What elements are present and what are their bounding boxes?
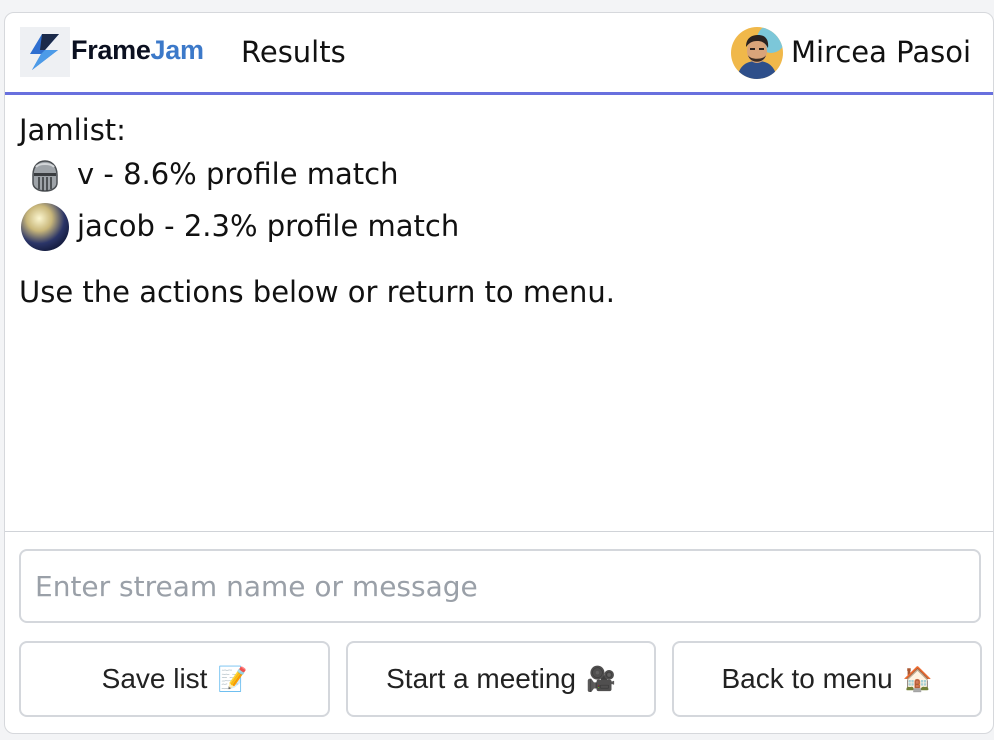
brand-name-jam: Jam: [150, 35, 204, 65]
start-meeting-button[interactable]: Start a meeting 🎥: [346, 641, 656, 717]
framejam-logo-icon: [20, 27, 70, 77]
back-to-menu-label: Back to menu: [721, 663, 893, 694]
mask-avatar-icon: [19, 149, 71, 201]
start-meeting-label: Start a meeting: [386, 663, 576, 694]
user-avatar[interactable]: [731, 27, 783, 79]
brand-name: FrameJam: [71, 35, 204, 66]
instructions-text: Use the actions below or return to menu.: [19, 275, 615, 309]
header-bar: FrameJam Results Mircea Pasoi: [5, 13, 993, 95]
memo-icon: 📝: [217, 665, 248, 693]
page-title: Results: [241, 35, 346, 69]
save-list-button[interactable]: Save list 📝: [19, 641, 330, 717]
house-icon: 🏠: [902, 665, 933, 693]
user-name: Mircea Pasoi: [791, 35, 972, 69]
sphere-avatar-icon: [19, 201, 71, 253]
brand-name-frame: Frame: [71, 35, 151, 65]
stream-message-input[interactable]: [19, 549, 981, 623]
list-item-label: jacob - 2.3% profile match: [77, 209, 460, 243]
save-list-label: Save list: [101, 663, 208, 694]
jamlist-heading: Jamlist:: [19, 113, 126, 147]
video-camera-icon: 🎥: [585, 665, 616, 693]
frame-card: FrameJam Results Mircea Pasoi Jamlist: v…: [4, 12, 994, 734]
back-to-menu-button[interactable]: Back to menu 🏠: [672, 641, 982, 717]
list-item-label: v - 8.6% profile match: [77, 157, 399, 191]
divider: [5, 531, 993, 532]
